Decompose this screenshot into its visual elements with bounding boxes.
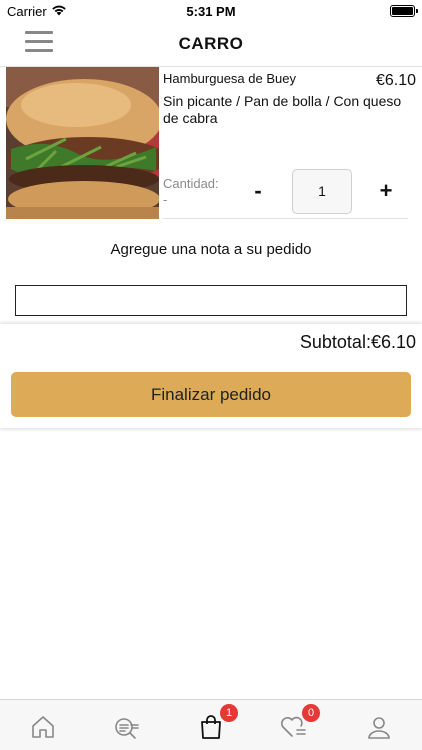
finalize-order-button[interactable]: Finalizar pedido <box>11 372 411 417</box>
burger-photo <box>6 67 159 219</box>
tab-favorites[interactable]: 0 <box>280 704 320 740</box>
battery-icon <box>390 5 418 17</box>
order-note-input[interactable] <box>15 285 407 316</box>
item-price: €6.10 <box>375 72 416 89</box>
tab-profile[interactable] <box>366 714 392 740</box>
status-bar: Carrier 5:31 PM <box>0 0 422 22</box>
note-label: Agregue una nota a su pedido <box>110 241 312 258</box>
header: CARRO <box>0 22 422 64</box>
tab-bar: 1 0 <box>0 699 422 750</box>
subtotal-text: Subtotal:€6.10 <box>299 332 416 352</box>
shopping-bag-icon <box>201 715 221 739</box>
cart-badge: 1 <box>220 704 238 722</box>
quantity-sublabel: - <box>163 192 168 207</box>
increase-quantity-button[interactable]: + <box>374 179 398 205</box>
user-icon <box>368 717 390 739</box>
favorites-badge: 0 <box>302 704 320 722</box>
checkout-panel: Subtotal:€6.10 Finalizar pedido <box>0 324 422 428</box>
burger-illustration <box>6 67 159 219</box>
quantity-label: Cantidad: <box>163 176 219 191</box>
page-title: CARRO <box>178 34 244 53</box>
tab-cart[interactable]: 1 <box>198 704 238 740</box>
item-divider <box>163 218 408 219</box>
home-icon <box>32 716 54 738</box>
search-menu-icon <box>115 718 139 739</box>
heart-list-icon <box>281 716 306 737</box>
item-name: Hamburguesa de Buey <box>163 71 296 86</box>
cart-item: Hamburguesa de Buey €6.10 Sin picante / … <box>0 66 422 219</box>
tab-search[interactable] <box>113 714 139 740</box>
decrease-quantity-button[interactable]: - <box>246 179 270 205</box>
tab-home[interactable] <box>30 714 56 740</box>
quantity-field[interactable]: 1 <box>292 169 352 214</box>
item-options: Sin picante / Pan de bolla / Con queso d… <box>163 93 402 126</box>
status-time: 5:31 PM <box>186 4 236 19</box>
